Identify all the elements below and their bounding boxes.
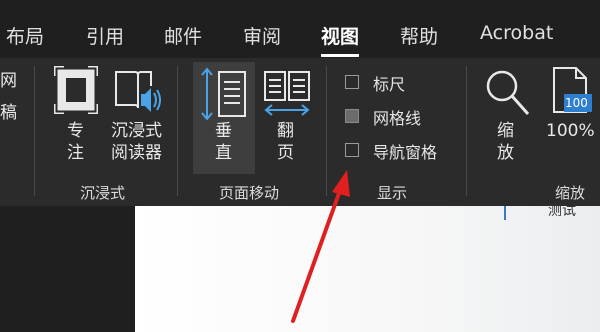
- ribbon-tab-row: 布局 引用 邮件 审阅 视图 帮助 Acrobat: [0, 0, 600, 58]
- tab-review[interactable]: 审阅: [243, 22, 281, 49]
- focus-icon: [54, 66, 98, 114]
- text-cursor: [504, 206, 506, 220]
- tab-help[interactable]: 帮助: [400, 22, 438, 49]
- navigation-pane-checkbox[interactable]: [345, 143, 359, 157]
- navigation-pane-label: 导航窗格: [373, 143, 438, 162]
- zoom-label-2: 放: [497, 143, 514, 163]
- vertical-label-1: 垂: [215, 121, 232, 141]
- tab-references[interactable]: 引用: [86, 22, 124, 49]
- tab-mailings[interactable]: 邮件: [164, 22, 202, 49]
- partial-label-bottom: 稿: [0, 103, 17, 123]
- active-tab-indicator: [321, 54, 359, 57]
- tab-view[interactable]: 视图: [321, 22, 359, 49]
- gridlines-checkbox[interactable]: [345, 109, 359, 123]
- document-background: [0, 206, 135, 332]
- magnifier-icon: [486, 70, 530, 115]
- group-label-page-movement: 页面移动: [219, 184, 280, 202]
- document-page[interactable]: [135, 206, 600, 332]
- group-separator: [34, 66, 35, 196]
- zoom-100-label: 100%: [546, 121, 595, 141]
- group-label-immersive: 沉浸式: [80, 184, 126, 202]
- ruler-label: 标尺: [373, 75, 406, 94]
- partial-label-top: 网: [0, 71, 17, 91]
- focus-label-1: 专: [67, 121, 84, 141]
- reader-label-2: 阅读器: [111, 143, 162, 163]
- focus-label-2: 注: [67, 143, 84, 163]
- vertical-scroll-icon: [201, 67, 246, 121]
- tab-acrobat[interactable]: Acrobat: [480, 22, 553, 44]
- group-separator: [326, 66, 327, 196]
- side-label-2: 页: [277, 143, 294, 163]
- group-separator: [177, 66, 178, 196]
- document-partial-text: 测试: [548, 203, 576, 219]
- reader-label-1: 沉浸式: [111, 121, 162, 141]
- ruler-checkbox[interactable]: [345, 75, 359, 89]
- zoom-100-badge: 100: [565, 96, 588, 110]
- tab-layout[interactable]: 布局: [6, 22, 44, 49]
- immersive-reader-icon: [115, 71, 161, 112]
- gridlines-label: 网格线: [373, 109, 422, 128]
- vertical-button[interactable]: 垂 直: [193, 62, 255, 174]
- vertical-label-2: 直: [215, 143, 232, 163]
- group-separator: [466, 66, 467, 196]
- side-to-side-icon: [264, 71, 310, 116]
- ribbon: 网 稿 专 注 沉浸式 阅读器 沉浸式 垂 直 翻 页 页面移动 标尺 网格线 …: [0, 58, 600, 206]
- side-label-1: 翻: [277, 121, 294, 141]
- group-label-show: 显示: [377, 184, 408, 202]
- zoom-label-1: 缩: [497, 121, 514, 141]
